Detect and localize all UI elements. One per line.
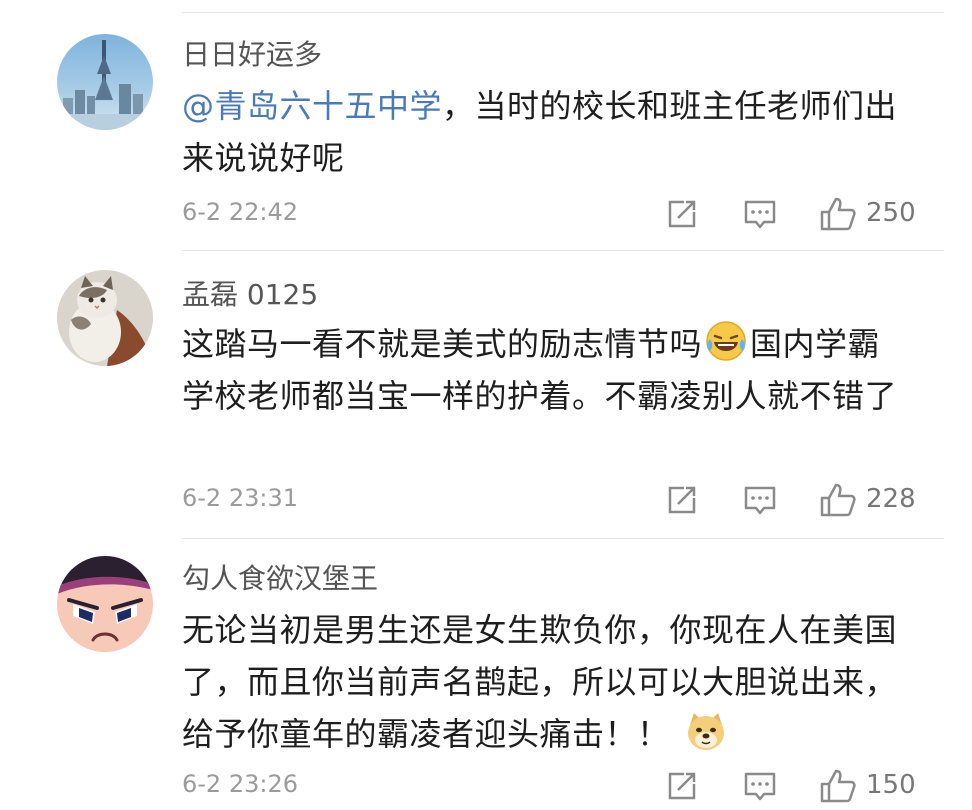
comment-meta: 6-2 22:42 250 (182, 194, 922, 234)
comment-icon[interactable] (740, 194, 780, 234)
thumbs-up-icon[interactable] (818, 766, 858, 806)
timestamp: 6-2 23:31 (182, 484, 298, 512)
comment-text-content: 这踏马一看不就是美式的励志情节吗 (182, 325, 703, 363)
cat-avatar-icon (57, 270, 153, 366)
user-avatar[interactable] (57, 270, 153, 366)
thumbs-up-icon[interactable] (818, 480, 858, 520)
comment-meta: 6-2 23:26 150 (182, 766, 922, 806)
comment-text-content: 无论当初是男生还是女生欺负你，你现在人在美国了，而且你当前声名鹊起，所以可以大胆… (182, 611, 898, 753)
like-count: 228 (866, 484, 916, 514)
comment-meta: 6-2 23:31 228 (182, 480, 922, 520)
share-icon[interactable] (662, 480, 702, 520)
comment-list: 日日好运多 @青岛六十五中学，当时的校长和班主任老师们出来说说好呢 6-2 22… (0, 0, 972, 808)
divider (182, 538, 944, 539)
user-avatar[interactable] (57, 556, 153, 652)
like-count: 150 (866, 770, 916, 800)
thumbs-up-icon[interactable] (818, 194, 858, 234)
timestamp: 6-2 22:42 (182, 198, 298, 226)
username[interactable]: 勾人食欲汉堡王 (182, 562, 378, 596)
user-avatar[interactable] (57, 34, 153, 130)
comment-text: 这踏马一看不就是美式的励志情节吗 国内学霸学校老师都当宝一样的护着。不霸凌别人就… (182, 318, 912, 422)
laugh-cry-emoji-icon (704, 319, 748, 363)
doge-emoji-icon (684, 709, 728, 753)
comment-text: @青岛六十五中学，当时的校长和班主任老师们出来说说好呢 (182, 80, 912, 184)
mention-link[interactable]: @青岛六十五中学 (182, 87, 442, 125)
comment-icon[interactable] (740, 766, 780, 806)
username[interactable]: 日日好运多 (182, 38, 322, 72)
divider (182, 250, 944, 251)
angry-cartoon-avatar-icon (57, 556, 153, 652)
comment-text: 无论当初是男生还是女生欺负你，你现在人在美国了，而且你当前声名鹊起，所以可以大胆… (182, 604, 912, 760)
like-count: 250 (866, 198, 916, 228)
username[interactable]: 孟磊 0125 (182, 278, 318, 312)
timestamp: 6-2 23:26 (182, 770, 298, 798)
share-icon[interactable] (662, 194, 702, 234)
share-icon[interactable] (662, 766, 702, 806)
divider (182, 12, 944, 13)
city-tower-avatar-icon (57, 34, 153, 130)
comment-icon[interactable] (740, 480, 780, 520)
